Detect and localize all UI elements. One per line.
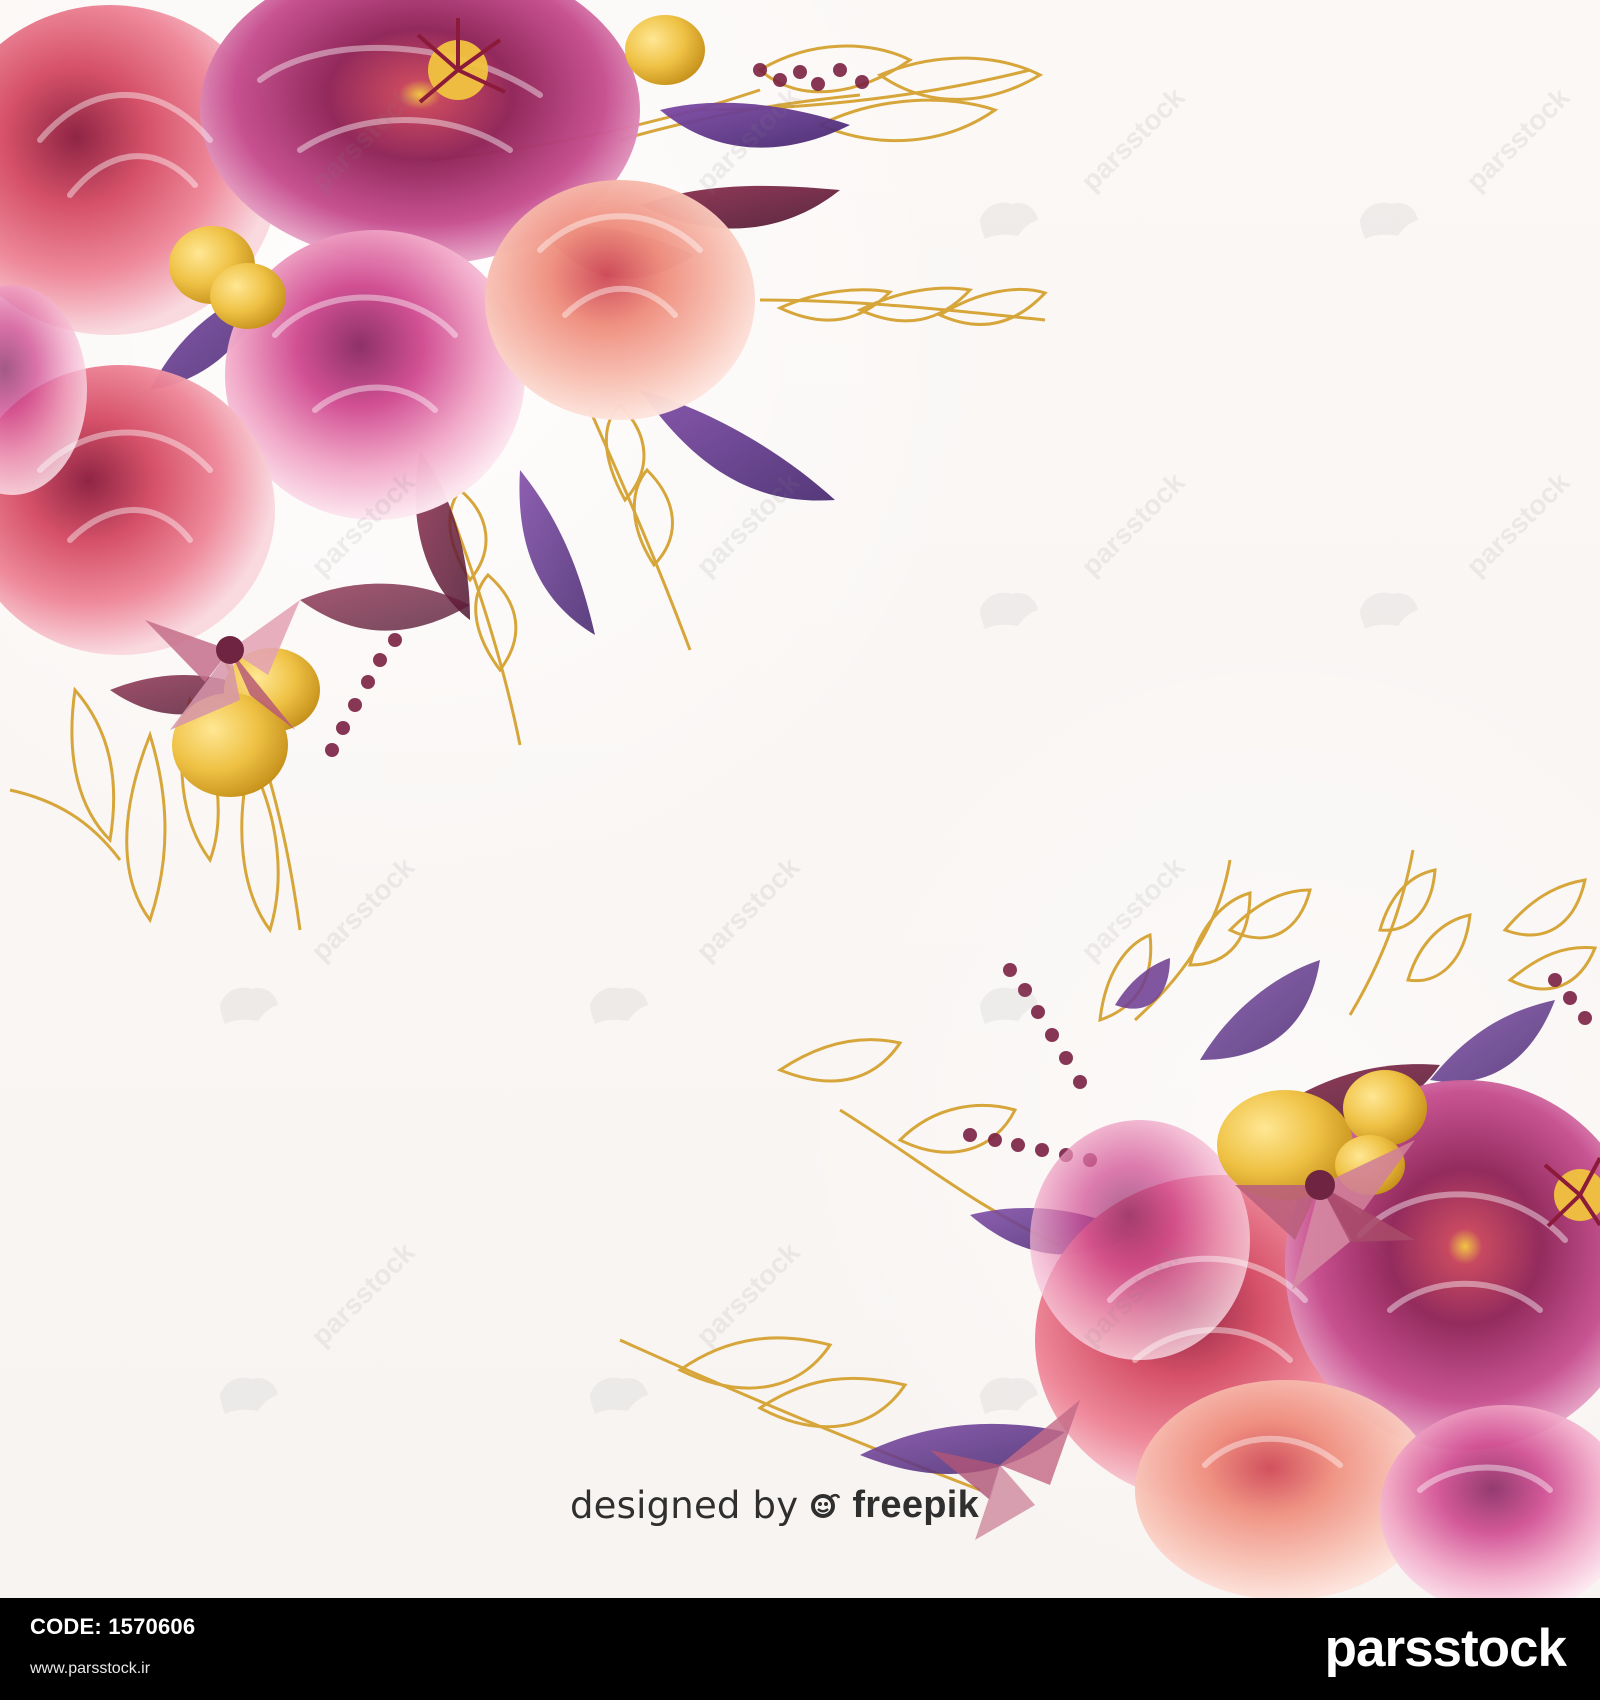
designed-by-credit: designed by freepik bbox=[570, 1484, 979, 1527]
credit-prefix: designed by bbox=[570, 1484, 799, 1527]
floral-artwork bbox=[0, 0, 1600, 1598]
floral-background-canvas: parsstock parsstock parsstock parsstock … bbox=[0, 0, 1600, 1598]
freepik-logo-icon bbox=[808, 1492, 842, 1520]
parsstock-logo-text: parsstock bbox=[1324, 1619, 1567, 1678]
stock-footer: CODE: 1570606 www.parsstock.ir parsstock bbox=[0, 1598, 1600, 1700]
footer-code-value: 1570606 bbox=[108, 1614, 196, 1639]
footer-code: CODE: 1570606 bbox=[30, 1614, 195, 1640]
bottom-right-flowers bbox=[930, 1070, 1600, 1598]
credit-brand: freepik bbox=[852, 1484, 980, 1526]
footer-url: www.parsstock.ir bbox=[30, 1660, 151, 1677]
top-left-floral-cluster bbox=[0, 0, 1048, 934]
footer-code-label: CODE: bbox=[30, 1614, 102, 1639]
